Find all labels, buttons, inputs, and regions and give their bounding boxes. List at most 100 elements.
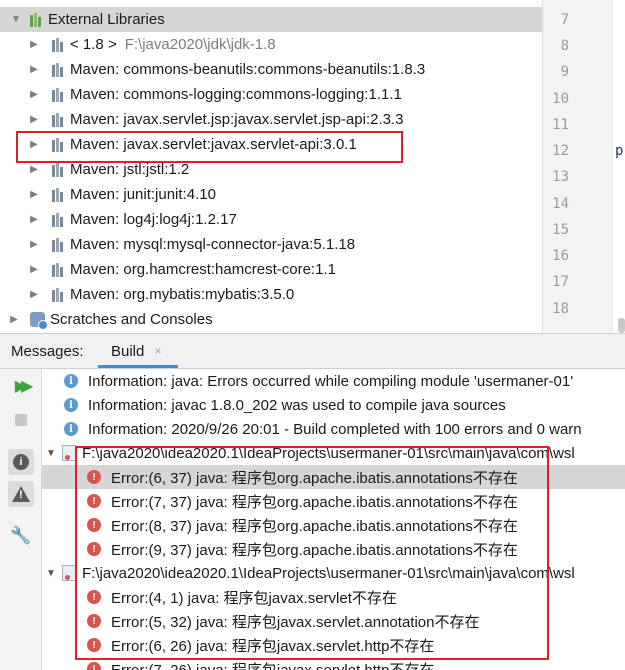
chevron-right-icon[interactable]: ▶ <box>28 164 40 176</box>
stop-icon <box>15 414 27 426</box>
tab-label: Build <box>111 342 145 360</box>
tree-item-label: Maven: org.mybatis:mybatis:3.5.0 <box>70 286 295 303</box>
line-number: 9 <box>560 64 569 80</box>
library-icon <box>52 187 66 202</box>
build-toolbar: ▶▶ i 🔧 <box>0 369 42 670</box>
library-icon <box>52 262 66 277</box>
wrench-icon: 🔧 <box>10 526 32 545</box>
close-icon[interactable]: × <box>154 344 161 358</box>
code-fragment: p <box>615 143 624 159</box>
editor-gutter: 7 8 9 10 11 12 13 14 15 16 17 18 <box>542 0 613 333</box>
chevron-right-icon[interactable]: ▶ <box>28 289 40 301</box>
tree-item-label: Maven: junit:junit:4.10 <box>70 186 216 203</box>
annotation-highlight-box <box>75 446 549 660</box>
chevron-right-icon[interactable]: ▶ <box>28 214 40 226</box>
tree-item-label: Maven: mysql:mysql-connector-java:5.1.18 <box>70 236 356 253</box>
chevron-right-icon[interactable]: ▶ <box>28 239 40 251</box>
chevron-right-icon[interactable]: ▶ <box>28 39 40 51</box>
editor-code-area[interactable] <box>612 0 625 333</box>
line-number: 11 <box>552 117 569 133</box>
tree-item-library[interactable]: ▶ Maven: commons-beanutils:commons-beanu… <box>0 57 542 82</box>
tree-item-library[interactable]: ▶ Maven: org.mybatis:mybatis:3.5.0 <box>0 282 542 307</box>
message-text: Information: java: Errors occurred while… <box>88 372 574 390</box>
chevron-down-icon[interactable]: ▼ <box>46 568 56 579</box>
info-icon: i <box>13 454 29 470</box>
stop-button[interactable] <box>8 407 34 433</box>
divider <box>612 0 613 333</box>
library-icon <box>52 87 66 102</box>
chevron-right-icon[interactable]: ▶ <box>28 114 40 126</box>
tree-item-library[interactable]: ▶ Maven: javax.servlet.jsp:javax.servlet… <box>0 107 542 132</box>
tree-item-path: F:\java2020\jdk\jdk-1.8 <box>124 36 276 53</box>
project-tree: ▼ External Libraries ▶ < 1.8 > F:\java20… <box>0 0 542 333</box>
line-number: 14 <box>552 196 569 212</box>
line-number: 16 <box>552 248 569 264</box>
tree-item-library[interactable]: ▶ Maven: junit:junit:4.10 <box>0 182 542 207</box>
show-info-toggle[interactable]: i <box>8 449 34 475</box>
tree-item-library[interactable]: ▶ Maven: mysql:mysql-connector-java:5.1.… <box>0 232 542 257</box>
tree-item-label: Maven: log4j:log4j:1.2.17 <box>70 211 237 228</box>
chevron-right-icon[interactable]: ▶ <box>28 189 40 201</box>
chevron-right-icon[interactable]: ▶ <box>8 314 20 326</box>
tree-item-label: Maven: commons-logging:commons-logging:1… <box>70 86 402 103</box>
chevron-right-icon[interactable]: ▶ <box>28 64 40 76</box>
chevron-right-icon[interactable]: ▶ <box>28 264 40 276</box>
rerun-button[interactable]: ▶▶ <box>8 373 34 399</box>
chevron-right-icon[interactable]: ▶ <box>28 89 40 101</box>
error-icon: ! <box>87 662 101 670</box>
show-warnings-toggle[interactable] <box>8 481 34 507</box>
chevron-down-icon[interactable]: ▼ <box>46 448 56 459</box>
line-number: 15 <box>552 222 569 238</box>
tree-item-jdk[interactable]: ▶ < 1.8 > F:\java2020\jdk\jdk-1.8 <box>0 32 542 57</box>
tree-item-label: Maven: jstl:jstl:1.2 <box>70 161 190 178</box>
message-text: Error:(7, 26) java: 程序包javax.servlet.htt… <box>111 661 435 670</box>
messages-panel-header: Messages: Build × <box>0 333 625 369</box>
ide-window: ▼ External Libraries ▶ < 1.8 > F:\java20… <box>0 0 625 670</box>
tree-item-label: < 1.8 > <box>70 36 117 53</box>
line-number: 7 <box>560 12 569 28</box>
info-icon: i <box>64 422 78 436</box>
editor-scrollbar[interactable] <box>618 318 625 333</box>
tree-item-label: Scratches and Consoles <box>50 311 213 328</box>
rerun-icon: ▶▶ <box>14 378 33 395</box>
tree-item-label: Maven: javax.servlet.jsp:javax.servlet.j… <box>70 111 404 128</box>
info-icon: i <box>64 374 78 388</box>
list-item[interactable]: i Information: javac 1.8.0_202 was used … <box>42 393 625 417</box>
library-icon <box>52 37 66 52</box>
tab-active-indicator <box>98 365 178 368</box>
tree-item-library[interactable]: ▶ Maven: log4j:log4j:1.2.17 <box>0 207 542 232</box>
tab-build[interactable]: Build × <box>98 334 161 368</box>
list-item[interactable]: i Information: 2020/9/26 20:01 - Build c… <box>42 417 625 441</box>
tree-item-scratches[interactable]: ▶ Scratches and Consoles <box>0 307 542 332</box>
library-icon <box>52 62 66 77</box>
scratches-icon <box>30 312 48 330</box>
tree-item-library[interactable]: ▶ Maven: org.hamcrest:hamcrest-core:1.1 <box>0 257 542 282</box>
line-number: 17 <box>552 274 569 290</box>
message-text: Information: javac 1.8.0_202 was used to… <box>88 396 506 414</box>
library-icon <box>52 287 66 302</box>
tree-item-label: External Libraries <box>48 11 165 28</box>
line-number: 18 <box>552 301 569 317</box>
line-number: 12 <box>552 143 569 159</box>
warning-icon <box>12 486 30 502</box>
info-icon: i <box>64 398 78 412</box>
line-number: 8 <box>560 38 569 54</box>
tree-item-label: Maven: commons-beanutils:commons-beanuti… <box>70 61 426 78</box>
library-icon <box>52 162 66 177</box>
tree-item-external-libraries[interactable]: ▼ External Libraries <box>0 7 542 32</box>
library-icon <box>30 12 44 27</box>
tree-item-library[interactable]: ▶ Maven: commons-logging:commons-logging… <box>0 82 542 107</box>
java-file-icon <box>62 565 76 581</box>
chevron-down-icon[interactable]: ▼ <box>10 14 22 26</box>
tree-item-label: Maven: org.hamcrest:hamcrest-core:1.1 <box>70 261 336 278</box>
line-number: 10 <box>552 91 569 107</box>
library-icon <box>52 212 66 227</box>
list-item[interactable]: i Information: java: Errors occurred whi… <box>42 369 625 393</box>
library-icon <box>52 237 66 252</box>
line-number: 13 <box>552 169 569 185</box>
annotation-highlight-box <box>16 131 403 163</box>
message-text: Information: 2020/9/26 20:01 - Build com… <box>88 420 582 438</box>
library-icon <box>52 112 66 127</box>
settings-button[interactable]: 🔧 <box>8 523 34 549</box>
java-file-icon <box>62 445 76 461</box>
